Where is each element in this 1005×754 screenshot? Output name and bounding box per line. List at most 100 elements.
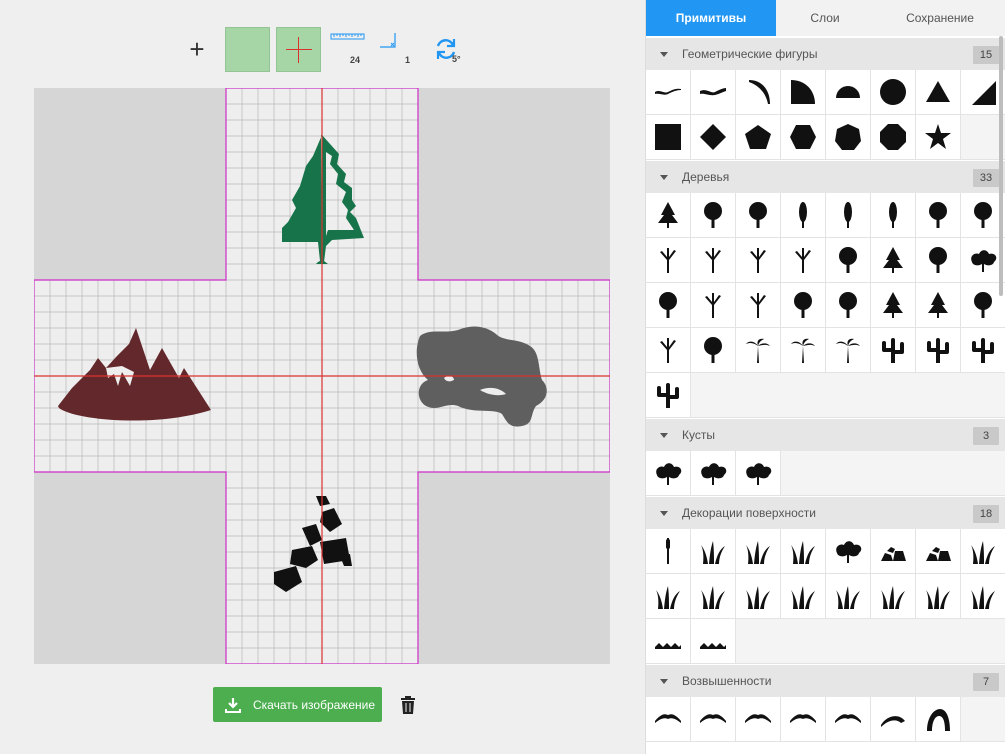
primitive-item[interactable] xyxy=(871,238,916,283)
primitive-item[interactable] xyxy=(916,697,961,742)
section-header[interactable]: Кусты 3 xyxy=(646,419,1005,451)
caret-down-icon xyxy=(660,679,668,684)
primitive-item[interactable] xyxy=(691,529,736,574)
primitive-item[interactable] xyxy=(691,193,736,238)
section-header[interactable]: Возвышенности 7 xyxy=(646,665,1005,697)
primitive-item[interactable] xyxy=(826,238,871,283)
primitive-item[interactable] xyxy=(781,529,826,574)
primitive-item[interactable] xyxy=(826,193,871,238)
right-triangle-shape xyxy=(972,81,996,105)
primitive-item[interactable] xyxy=(691,451,736,496)
saguaro-icon xyxy=(927,338,949,363)
primitive-item[interactable] xyxy=(871,283,916,328)
primitive-item[interactable] xyxy=(646,529,691,574)
primitive-item[interactable] xyxy=(916,238,961,283)
primitive-item[interactable] xyxy=(736,193,781,238)
primitive-item[interactable] xyxy=(646,619,691,664)
primitive-item[interactable] xyxy=(646,697,691,742)
primitive-item[interactable] xyxy=(646,115,691,160)
primitive-item[interactable] xyxy=(826,574,871,619)
primitive-item[interactable] xyxy=(691,619,736,664)
primitive-item[interactable] xyxy=(736,283,781,328)
primitive-item[interactable] xyxy=(916,574,961,619)
primitive-item[interactable] xyxy=(781,328,826,373)
grid-size-control[interactable]: 24 xyxy=(330,30,366,66)
primitive-item[interactable] xyxy=(871,328,916,373)
download-image-button[interactable]: Скачать изображение xyxy=(213,687,382,722)
primitive-item[interactable] xyxy=(961,328,1005,373)
primitive-item[interactable] xyxy=(646,328,691,373)
tab-layers[interactable]: Слои xyxy=(776,0,874,36)
primitive-item[interactable] xyxy=(736,328,781,373)
tab-primitives[interactable]: Примитивы xyxy=(646,0,776,36)
add-object-button[interactable]: + xyxy=(186,34,208,64)
primitive-item[interactable] xyxy=(646,451,691,496)
primitive-item[interactable] xyxy=(826,283,871,328)
primitive-item[interactable] xyxy=(691,115,736,160)
primitive-grid xyxy=(646,529,1005,664)
primitive-item[interactable] xyxy=(646,283,691,328)
primitive-item[interactable] xyxy=(736,697,781,742)
primitive-item[interactable] xyxy=(826,697,871,742)
primitive-item[interactable] xyxy=(781,70,826,115)
slim-tree-icon xyxy=(889,202,897,228)
primitive-item[interactable] xyxy=(736,115,781,160)
primitive-item[interactable] xyxy=(691,697,736,742)
primitive-item[interactable] xyxy=(826,328,871,373)
primitive-item[interactable] xyxy=(871,529,916,574)
primitive-item[interactable] xyxy=(781,574,826,619)
primitive-item[interactable] xyxy=(871,115,916,160)
download-label: Скачать изображение xyxy=(253,697,376,712)
primitive-item[interactable] xyxy=(781,697,826,742)
map-canvas[interactable] xyxy=(34,88,610,664)
primitive-item[interactable] xyxy=(691,574,736,619)
section-header[interactable]: Деревья 33 xyxy=(646,161,1005,193)
primitive-item[interactable] xyxy=(646,70,691,115)
stump-icon xyxy=(795,248,811,273)
primitive-item[interactable] xyxy=(646,373,691,418)
reed-icon xyxy=(666,538,670,564)
primitive-item[interactable] xyxy=(736,70,781,115)
primitive-item[interactable] xyxy=(736,451,781,496)
primitive-item[interactable] xyxy=(781,283,826,328)
panel-scrollbar[interactable] xyxy=(999,36,1003,296)
primitive-item[interactable] xyxy=(781,238,826,283)
rotation-step-control[interactable]: 5° xyxy=(433,36,463,66)
primitive-item[interactable] xyxy=(691,238,736,283)
cloud-tree-icon xyxy=(659,292,677,318)
primitive-item[interactable] xyxy=(916,70,961,115)
primitive-item[interactable] xyxy=(781,193,826,238)
primitive-item[interactable] xyxy=(691,283,736,328)
primitive-item[interactable] xyxy=(916,328,961,373)
primitive-item[interactable] xyxy=(736,574,781,619)
primitive-item[interactable] xyxy=(916,193,961,238)
primitive-item[interactable] xyxy=(961,529,1005,574)
section-header[interactable]: Геометрические фигуры 15 xyxy=(646,38,1005,70)
primitive-item[interactable] xyxy=(646,193,691,238)
primitive-item[interactable] xyxy=(781,115,826,160)
section-header[interactable]: Декорации поверхности 18 xyxy=(646,497,1005,529)
primitive-item[interactable] xyxy=(916,283,961,328)
primitive-item[interactable] xyxy=(691,70,736,115)
snap-step-control[interactable]: 1 xyxy=(378,30,414,66)
tab-save[interactable]: Сохранение xyxy=(874,0,1005,36)
primitive-item[interactable] xyxy=(826,529,871,574)
primitive-item[interactable] xyxy=(826,70,871,115)
primitive-item[interactable] xyxy=(646,574,691,619)
delete-button[interactable] xyxy=(399,695,417,715)
primitive-item[interactable] xyxy=(736,529,781,574)
primitive-item[interactable] xyxy=(736,238,781,283)
primitive-item[interactable] xyxy=(871,193,916,238)
primitive-item[interactable] xyxy=(871,70,916,115)
primitive-item[interactable] xyxy=(916,115,961,160)
fill-color-toggle[interactable] xyxy=(225,27,270,72)
primitive-item[interactable] xyxy=(871,697,916,742)
primitive-item[interactable] xyxy=(871,574,916,619)
grid-filler xyxy=(691,373,1005,418)
primitive-item[interactable] xyxy=(646,238,691,283)
primitive-item[interactable] xyxy=(961,574,1005,619)
primitive-item[interactable] xyxy=(916,529,961,574)
primitive-item[interactable] xyxy=(691,328,736,373)
primitive-item[interactable] xyxy=(826,115,871,160)
center-lines-toggle[interactable] xyxy=(276,27,321,72)
